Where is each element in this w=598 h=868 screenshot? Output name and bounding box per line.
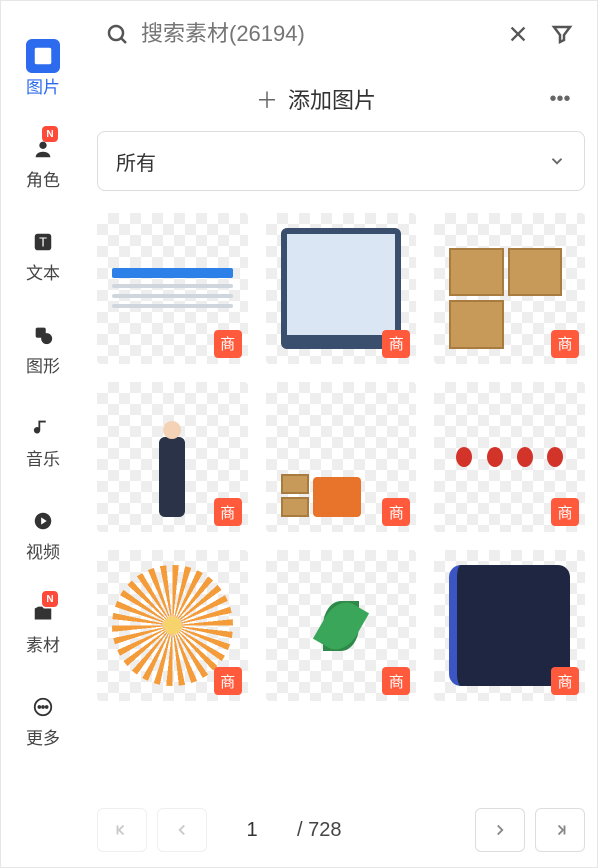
search-input[interactable]: [141, 21, 491, 47]
first-page-button[interactable]: [97, 808, 147, 852]
next-page-button[interactable]: [475, 808, 525, 852]
sidebar-item-label: 音乐: [26, 451, 60, 468]
asset-grid: 商 商 商 商 商 商 商 商: [97, 191, 585, 805]
sidebar-item-more[interactable]: 更多: [26, 690, 60, 747]
pagination: / 728: [97, 805, 585, 855]
prev-page-button[interactable]: [157, 808, 207, 852]
sidebar-item-text[interactable]: T 文本: [26, 225, 60, 282]
commercial-badge: 商: [382, 667, 410, 695]
sidebar-item-label: 素材: [26, 637, 60, 654]
main-panel: ＋ 添加图片 ••• 所有 商 商 商 商 商: [85, 1, 597, 867]
asset-card[interactable]: 商: [434, 550, 585, 701]
sidebar-item-image[interactable]: 图片: [26, 39, 60, 96]
sidebar-item-shapes[interactable]: 图形: [26, 318, 60, 375]
page-input[interactable]: [217, 819, 287, 842]
sidebar-item-assets[interactable]: N 素材: [26, 597, 60, 654]
add-image-button[interactable]: ＋ 添加图片: [97, 83, 535, 115]
asset-card[interactable]: 商: [266, 382, 417, 533]
asset-card[interactable]: 商: [266, 213, 417, 364]
music-icon: [26, 411, 60, 445]
sidebar-item-label: 图形: [26, 358, 60, 375]
sidebar-item-label: 文本: [26, 265, 60, 282]
asset-card[interactable]: 商: [434, 382, 585, 533]
commercial-badge: 商: [382, 330, 410, 358]
last-page-button[interactable]: [535, 808, 585, 852]
sidebar-item-video[interactable]: 视频: [26, 504, 60, 561]
commercial-badge: 商: [382, 498, 410, 526]
commercial-badge: 商: [551, 330, 579, 358]
sidebar-item-avatar[interactable]: N 角色: [26, 132, 60, 189]
sidebar-item-label: 角色: [26, 172, 60, 189]
asset-card[interactable]: 商: [97, 382, 248, 533]
sidebar-item-label: 更多: [26, 730, 60, 747]
sidebar-item-music[interactable]: 音乐: [26, 411, 60, 468]
text-icon: T: [26, 225, 60, 259]
chevron-down-icon: [548, 152, 566, 170]
category-dropdown-label: 所有: [116, 147, 548, 176]
svg-text:T: T: [39, 235, 47, 250]
page-total: / 728: [297, 819, 465, 842]
notif-badge: N: [42, 591, 58, 607]
commercial-badge: 商: [551, 498, 579, 526]
asset-card[interactable]: 商: [266, 550, 417, 701]
search-icon: [103, 22, 131, 46]
more-actions-button[interactable]: •••: [535, 88, 585, 111]
plus-icon: ＋: [256, 83, 278, 115]
commercial-badge: 商: [214, 667, 242, 695]
page-input-wrapper: [217, 819, 287, 842]
sidebar-item-label: 图片: [26, 79, 60, 96]
sidebar: 图片 N 角色 T 文本 图形 音乐 视频 N 素材: [1, 1, 85, 867]
commercial-badge: 商: [551, 667, 579, 695]
commercial-badge: 商: [214, 330, 242, 358]
notif-badge: N: [42, 126, 58, 142]
shapes-icon: [26, 318, 60, 352]
clear-button[interactable]: [501, 23, 535, 45]
asset-card[interactable]: 商: [434, 213, 585, 364]
more-icon: [26, 690, 60, 724]
search-bar: [97, 1, 585, 67]
add-row: ＋ 添加图片 •••: [97, 67, 585, 131]
sidebar-item-label: 视频: [26, 544, 60, 561]
add-image-label: 添加图片: [288, 83, 376, 115]
asset-card[interactable]: 商: [97, 213, 248, 364]
filter-button[interactable]: [545, 22, 579, 46]
video-icon: [26, 504, 60, 538]
asset-card[interactable]: 商: [97, 550, 248, 701]
commercial-badge: 商: [214, 498, 242, 526]
image-icon: [26, 39, 60, 73]
category-dropdown[interactable]: 所有: [97, 131, 585, 191]
